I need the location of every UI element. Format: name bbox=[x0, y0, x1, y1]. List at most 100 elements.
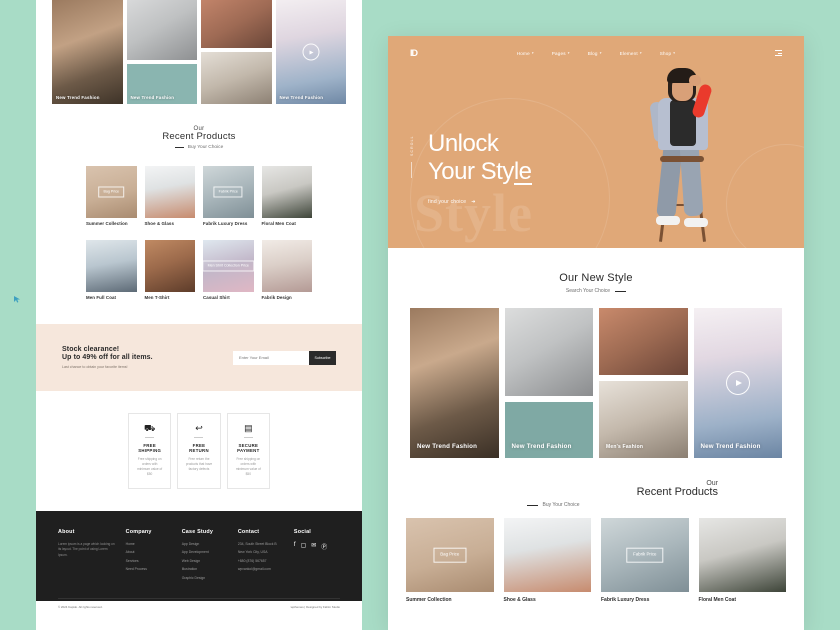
hero-vertical-label: SCROLL bbox=[410, 124, 414, 178]
left-hero-tile-5[interactable] bbox=[201, 52, 272, 104]
footer-link[interactable]: Web Design bbox=[182, 559, 228, 563]
product-name: Fabrik Luxury Dress bbox=[601, 597, 650, 603]
footer-link[interactable]: App Design bbox=[182, 542, 228, 546]
return-arrow-icon: ↩ bbox=[195, 423, 203, 433]
left-hero-tile-6-caption: New Trend Fashion bbox=[279, 95, 324, 100]
footer-col-case-study: Case Study App Design App Development We… bbox=[182, 529, 228, 585]
clearance-note: Last chance to obtain your favorite item… bbox=[62, 365, 128, 369]
hero-content: SCROLL Unlock Your Style find your choic… bbox=[388, 70, 804, 205]
footer-case-study-links: App Design App Development Web Design Il… bbox=[182, 542, 228, 580]
card-icon: ▤ bbox=[244, 423, 253, 433]
left-products-row-2: Men Full Coat Men T-Shirt Men Shirt Coll… bbox=[36, 234, 362, 300]
nav-item-home[interactable]: Home ▾ bbox=[517, 51, 534, 56]
footer-link[interactable]: Services bbox=[126, 559, 172, 563]
left-hero-tile-6[interactable]: New Trend Fashion bbox=[275, 0, 346, 104]
left-recent-products-heading: Our Recent Products Buy Your Choice bbox=[36, 104, 362, 160]
facebook-icon[interactable]: f bbox=[294, 542, 296, 551]
feature-text: Free shipping on orders with minimum val… bbox=[235, 457, 261, 477]
footer-link[interactable]: About bbox=[126, 550, 172, 554]
twitter-icon[interactable]: ✉ bbox=[311, 542, 316, 551]
headline-underline bbox=[513, 183, 532, 185]
left-product-card[interactable]: Men Shirt Collection Price Casual Shirt bbox=[203, 240, 254, 300]
nav-item-element[interactable]: Element ▾ bbox=[620, 51, 642, 56]
footer-contact-lines: 234, South Street Block B New York City,… bbox=[238, 542, 284, 572]
left-recent-subtitle: Buy Your Choice bbox=[187, 145, 224, 150]
footer-link[interactable]: Need Process bbox=[126, 567, 172, 571]
copyright-text: © 2024 Kapido. All rights reserved. bbox=[58, 605, 103, 609]
product-card[interactable]: Shoe & Glass bbox=[503, 518, 591, 603]
product-card[interactable]: Bag Price Summer Collection bbox=[406, 518, 494, 603]
site-footer: About Lorem ipsum is a page which lookin… bbox=[36, 510, 362, 609]
play-icon[interactable] bbox=[725, 371, 750, 395]
left-hero-image-grid: New Trend Fashion New Trend Fashion New … bbox=[36, 0, 362, 104]
clearance-line-1: Stock clearance! bbox=[62, 346, 120, 353]
left-hero-tile-2[interactable] bbox=[126, 0, 197, 60]
nav-item-pages[interactable]: Pages ▾ bbox=[552, 51, 570, 56]
hero-cta[interactable]: find your choice ➜ bbox=[428, 199, 532, 205]
style-tile-6[interactable]: New Trend Fashion bbox=[693, 308, 782, 458]
left-product-name: Fabrik Luxury Dress bbox=[203, 221, 248, 226]
subscribe-button[interactable]: Subscribe bbox=[309, 350, 336, 365]
credit-text: wpthemes | Designed by Fahim Studio bbox=[290, 605, 340, 609]
left-product-card[interactable]: Floral Men Coat bbox=[261, 166, 312, 226]
footer-social-heading: Social bbox=[293, 528, 311, 535]
left-recent-subtitle-row: Buy Your Choice bbox=[36, 145, 362, 150]
hero-cta-label: find your choice bbox=[428, 198, 467, 205]
nav-item-shop[interactable]: Shop ▾ bbox=[660, 51, 675, 56]
feature-title: SECURE PAYMENT bbox=[237, 443, 260, 453]
hero-headline-line-1: Unlock bbox=[428, 130, 499, 157]
product-image: Fabrik Price bbox=[601, 518, 689, 592]
left-hero-tile-3[interactable]: New Trend Fashion bbox=[126, 64, 197, 104]
product-image bbox=[698, 518, 786, 592]
left-product-tag: Men Shirt Collection Price bbox=[203, 260, 254, 272]
clearance-text-block: Stock clearance! Up to 49% off for all i… bbox=[62, 346, 153, 369]
contact-line[interactable]: wpvankol@gmail.com bbox=[238, 567, 284, 571]
style-tile-2[interactable] bbox=[504, 308, 593, 397]
top-navigation-bar: ID Home ▾ Pages ▾ Blog ▾ Element ▾ Shop ▾ bbox=[388, 36, 804, 70]
new-style-subtitle-row: Search Your Choice bbox=[388, 288, 804, 294]
footer-link[interactable]: Illustration bbox=[182, 567, 228, 571]
right-recent-products-heading: Our Recent Products Buy Your Choice bbox=[388, 458, 804, 512]
nav-item-blog[interactable]: Blog ▾ bbox=[588, 51, 602, 56]
footer-link[interactable]: App Development bbox=[182, 550, 228, 554]
chevron-down-icon: ▾ bbox=[673, 51, 676, 55]
grid-col-2: New Trend Fashion bbox=[504, 308, 593, 458]
truck-icon: ⛟ bbox=[144, 423, 156, 433]
chevron-down-icon: ▾ bbox=[639, 51, 642, 55]
product-card[interactable]: Fabrik Price Fabrik Luxury Dress bbox=[601, 518, 689, 603]
play-icon[interactable] bbox=[302, 43, 320, 61]
email-input[interactable] bbox=[233, 350, 309, 365]
left-hero-col-3 bbox=[201, 0, 272, 104]
style-tile-1[interactable]: New Trend Fashion bbox=[410, 308, 499, 458]
left-product-image bbox=[144, 166, 195, 218]
footer-col-company: Company Home About Services Need Process bbox=[126, 529, 172, 585]
footer-link[interactable]: Graphic Design bbox=[182, 576, 228, 580]
nav-label: Blog bbox=[587, 50, 598, 56]
left-product-name: Summer Collection bbox=[86, 221, 128, 226]
footer-link[interactable]: Home bbox=[126, 542, 172, 546]
left-hero-tile-4[interactable] bbox=[201, 0, 272, 48]
left-product-card[interactable]: Men Full Coat bbox=[86, 240, 137, 300]
features-row: ⛟ FREE SHIPPING Free shipping on orders … bbox=[36, 391, 362, 489]
footer-bottom-bar: © 2024 Kapido. All rights reserved. wpth… bbox=[58, 598, 340, 609]
left-hero-tile-1[interactable]: New Trend Fashion bbox=[52, 0, 123, 104]
style-tile-4[interactable] bbox=[599, 308, 688, 376]
left-product-card[interactable]: Men T-Shirt bbox=[144, 240, 195, 300]
left-product-image bbox=[261, 240, 312, 292]
left-product-card[interactable]: Shoe & Glass bbox=[144, 166, 195, 226]
left-product-tag: Bag Price bbox=[98, 186, 125, 198]
contact-line: +880 (876) 567657 bbox=[237, 558, 267, 563]
instagram-icon[interactable]: ▢ bbox=[301, 542, 307, 551]
style-tile-5[interactable]: Men's Fashion bbox=[599, 381, 688, 458]
left-product-card[interactable]: Fabrik Design bbox=[261, 240, 312, 300]
style-tile-3[interactable]: New Trend Fashion bbox=[504, 402, 593, 458]
footer-about-heading: About bbox=[58, 528, 75, 535]
pinterest-icon[interactable]: Ⓟ bbox=[321, 542, 327, 551]
hamburger-icon[interactable] bbox=[775, 49, 782, 57]
product-card[interactable]: Floral Men Coat bbox=[698, 518, 786, 603]
left-product-card[interactable]: Fabrik Price Fabrik Luxury Dress bbox=[203, 166, 254, 226]
site-logo[interactable]: ID bbox=[410, 48, 418, 58]
left-product-card[interactable]: Bag Price Summer Collection bbox=[86, 166, 137, 226]
nav-label: Home bbox=[516, 50, 530, 56]
scroll-label: SCROLL bbox=[410, 135, 414, 156]
